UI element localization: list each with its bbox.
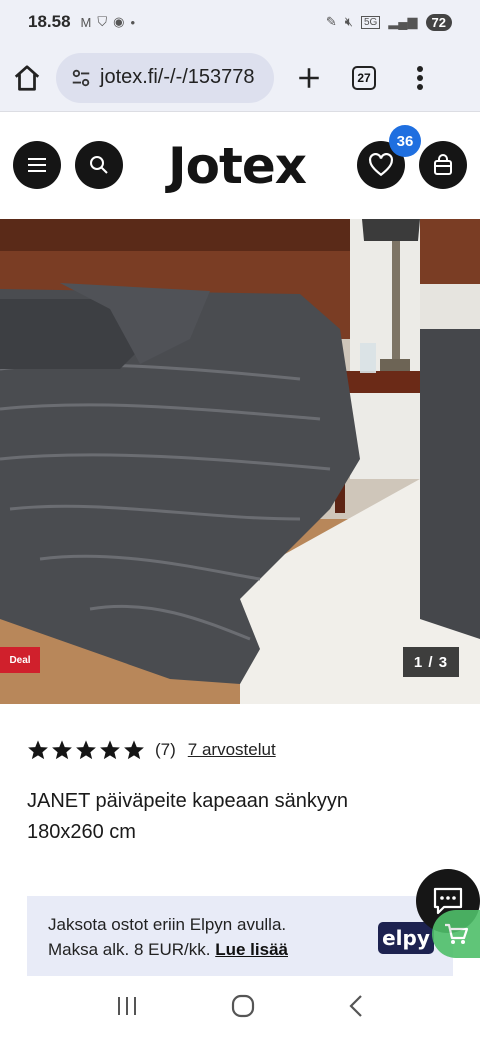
review-count: (7) xyxy=(155,740,176,759)
menu-button[interactable] xyxy=(13,141,61,189)
tune-icon[interactable] xyxy=(70,67,92,89)
signal-icon: ▂▄▆ xyxy=(388,14,418,29)
product-title: JANET päiväpeite kapeaan sänkyyn 180x260… xyxy=(27,790,348,843)
url-text: jotex.fi/-/-/153778 xyxy=(100,66,255,88)
dot-icon: • xyxy=(130,14,136,30)
chrome-icon: ◉ xyxy=(113,14,125,29)
shield-icon: ⛉ xyxy=(97,14,108,29)
system-icons: ✎ 🔇︎ 5G ▂▄▆ 72 xyxy=(325,13,452,31)
menu-icon xyxy=(28,158,46,172)
tabs-icon[interactable]: 27 xyxy=(352,65,376,90)
network-label: 5G xyxy=(360,15,381,29)
heart-icon xyxy=(369,153,393,177)
mail-icon: M xyxy=(80,14,92,30)
star-icon xyxy=(52,740,72,760)
mute-icon: 🔇︎ xyxy=(344,14,353,29)
cart-icon xyxy=(445,923,469,944)
rating-row: (7) 7 arvostelut xyxy=(27,736,276,764)
wishlist-count-badge: 36 xyxy=(389,125,421,157)
star-icon xyxy=(100,740,120,760)
slide-counter: 1 / 3 xyxy=(403,647,459,677)
rating-stars xyxy=(27,739,145,761)
cart-button[interactable] xyxy=(419,141,467,189)
status-time: 18.58 xyxy=(28,12,71,31)
star-icon xyxy=(28,740,48,760)
site-header: Jotex 36 xyxy=(0,113,480,219)
star-icon xyxy=(76,740,96,760)
cart-shortcut-button[interactable] xyxy=(432,910,480,958)
more-icon[interactable] xyxy=(416,65,424,91)
star-icon xyxy=(124,740,144,760)
browser-toolbar: jotex.fi/-/-/153778 27 xyxy=(0,44,480,112)
elpy-logo: elpy xyxy=(378,922,434,954)
recents-icon[interactable] xyxy=(115,995,139,1022)
url-bar[interactable]: jotex.fi/-/-/153778 xyxy=(56,52,274,103)
bag-icon xyxy=(434,154,452,175)
notification-icons: M ⛉ ◉ • xyxy=(81,14,136,30)
home-circle-icon[interactable] xyxy=(230,993,256,1024)
pen-icon: ✎ xyxy=(325,14,337,29)
read-more-link[interactable]: Lue lisää xyxy=(215,940,288,959)
deal-badge: Deal xyxy=(0,647,40,673)
battery-indicator: 72 xyxy=(425,13,452,31)
search-button[interactable] xyxy=(75,141,123,189)
home-icon[interactable] xyxy=(12,63,42,93)
finance-text: Maksa alk. 8 EUR/kk. xyxy=(48,940,211,959)
back-icon[interactable] xyxy=(347,993,365,1024)
site-logo[interactable]: Jotex xyxy=(168,137,307,195)
system-nav-bar xyxy=(0,976,480,1040)
search-icon xyxy=(90,156,108,174)
product-image[interactable] xyxy=(0,219,480,704)
plus-icon[interactable] xyxy=(296,65,322,91)
reviews-link[interactable]: 7 arvostelut xyxy=(188,740,276,760)
status-bar: 18.58 M ⛉ ◉ • ✎ 🔇︎ 5G ▂▄▆ 72 xyxy=(0,0,480,44)
